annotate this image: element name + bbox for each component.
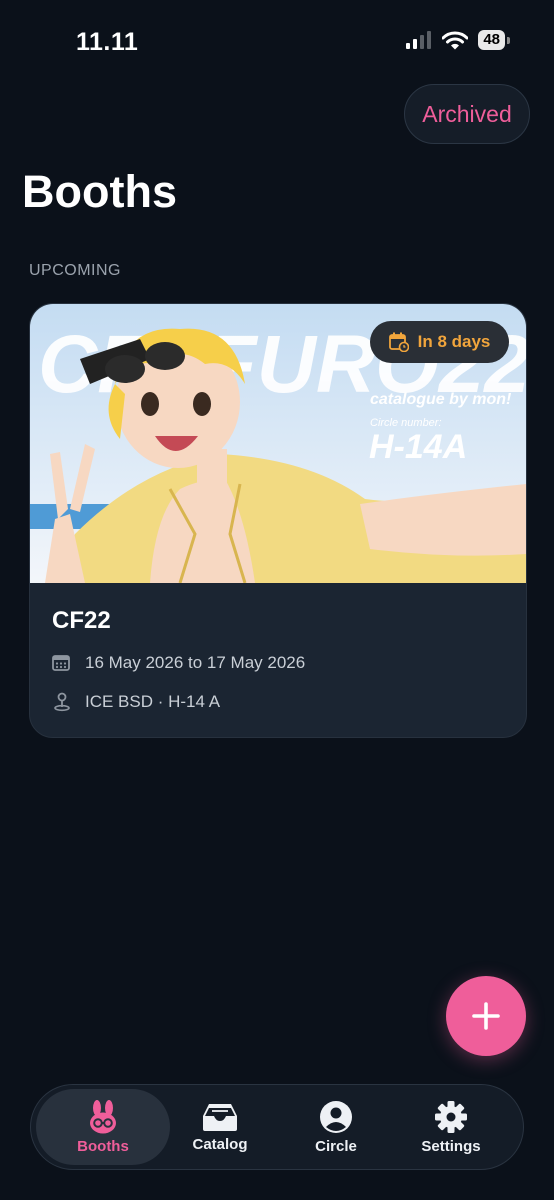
person-circle-icon	[320, 1100, 352, 1133]
bunny-icon	[90, 1099, 116, 1133]
status-time: 11.11	[76, 28, 139, 56]
banner-circle-number: H-14A	[369, 428, 467, 466]
status-icons: 48	[406, 30, 510, 50]
battery-level: 48	[478, 30, 505, 50]
inbox-tray-icon	[203, 1103, 237, 1131]
plus-icon	[472, 1002, 500, 1030]
tab-booths[interactable]: Booths	[36, 1089, 170, 1165]
archived-button[interactable]: Archived	[404, 84, 530, 144]
tab-label-settings: Settings	[421, 1137, 481, 1155]
battery-cap	[507, 36, 510, 44]
battery-indicator: 48	[478, 30, 510, 50]
map-pin-icon	[54, 692, 70, 712]
gear-icon	[435, 1100, 467, 1133]
booth-dates: 16 May 2026 to 17 May 2026	[85, 653, 306, 672]
booth-location: ICE BSD · H-14 A	[85, 692, 221, 711]
tab-settings[interactable]: Settings	[390, 1089, 512, 1165]
wifi-icon	[442, 31, 469, 49]
booth-card[interactable]: CFUFURO22 catalogue by mon! Circle numbe…	[29, 303, 527, 738]
days-until-label: In 8 days	[417, 332, 491, 351]
booth-location-row: ICE BSD · H-14 A	[52, 692, 220, 712]
status-bar: 11.11 48	[0, 0, 554, 84]
tab-label-booths: Booths	[77, 1137, 129, 1155]
add-booth-button[interactable]	[446, 976, 526, 1056]
tab-bar: Booths Catalog Circle Settings	[30, 1084, 524, 1170]
tab-circle[interactable]: Circle	[275, 1089, 397, 1165]
booth-title: CF22	[52, 607, 111, 634]
tab-label-catalog: Catalog	[192, 1135, 248, 1153]
banner-subtitle: catalogue by mon!	[370, 391, 512, 408]
section-label-upcoming: UPCOMING	[29, 262, 121, 279]
days-until-badge: In 8 days	[370, 321, 509, 363]
calendar-clock-icon	[388, 332, 409, 352]
tab-label-circle: Circle	[315, 1137, 357, 1155]
cellular-signal-icon	[406, 31, 432, 49]
calendar-icon	[52, 655, 70, 671]
page-title: Booths	[22, 166, 177, 217]
booth-dates-row: 16 May 2026 to 17 May 2026	[52, 653, 305, 673]
tab-catalog[interactable]: Catalog	[159, 1089, 281, 1165]
